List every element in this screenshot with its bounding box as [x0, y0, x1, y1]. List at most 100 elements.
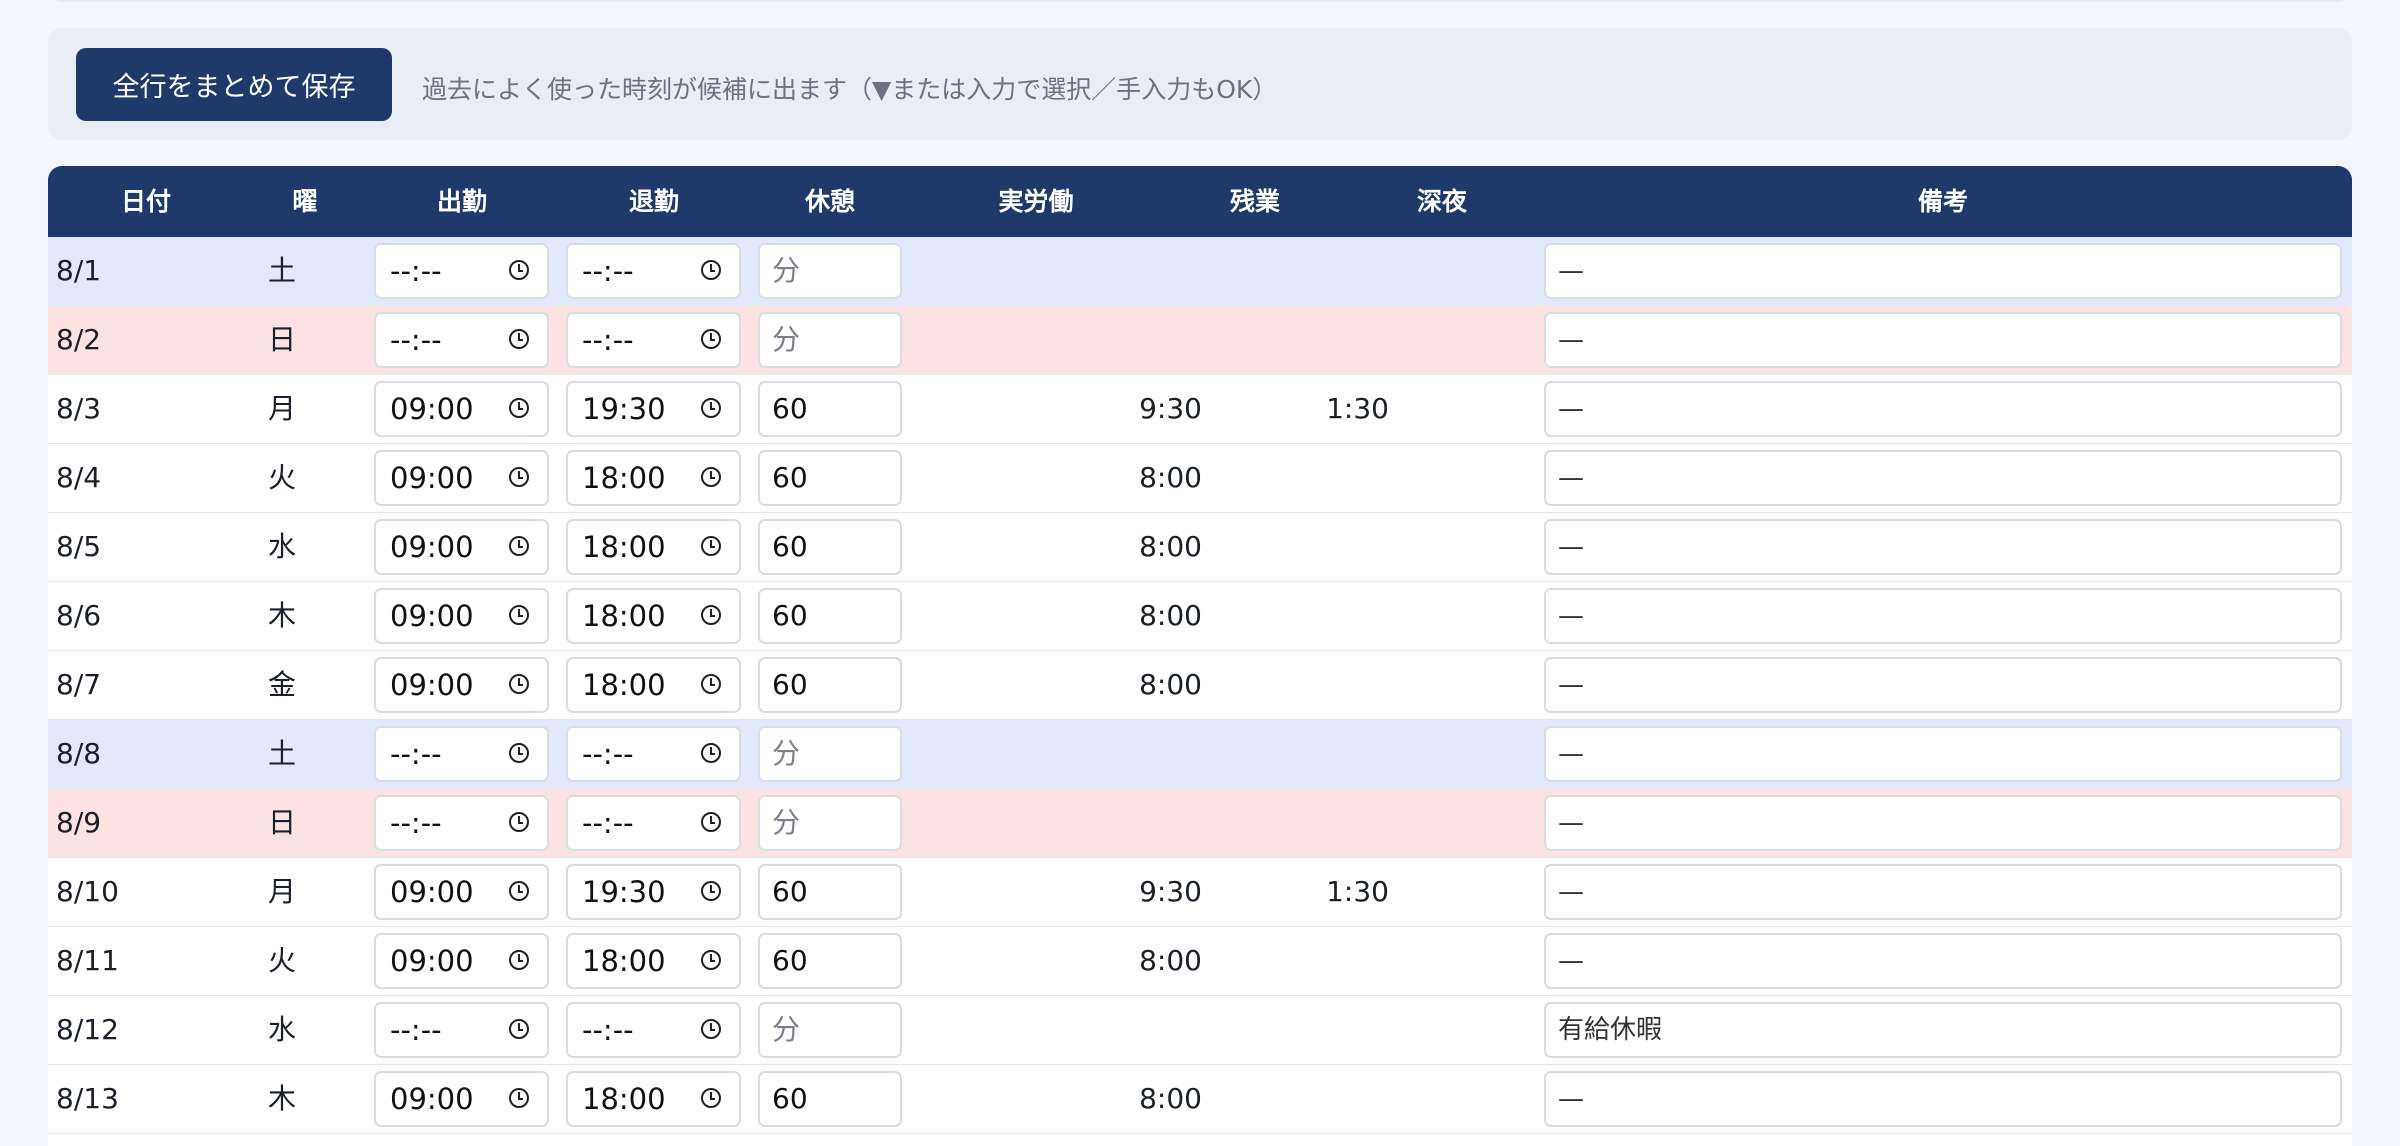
clock-icon[interactable] — [509, 812, 529, 832]
clock-in-value: 09:00 — [390, 944, 474, 978]
clock-out-input[interactable]: 18:00 — [566, 657, 741, 713]
remarks-input[interactable]: — — [1544, 450, 2342, 506]
clock-out-input[interactable]: 18:00 — [566, 588, 741, 644]
clock-in-input[interactable]: --:-- — [374, 312, 549, 368]
clock-out-input[interactable]: --:-- — [566, 312, 741, 368]
remarks-input[interactable]: — — [1544, 381, 2342, 437]
clock-icon[interactable] — [701, 950, 721, 970]
save-all-button[interactable]: 全行をまとめて保存 — [76, 48, 392, 121]
break-minutes-value: 60 — [772, 461, 808, 494]
clock-in-input[interactable]: --:-- — [374, 243, 549, 299]
remarks-input[interactable]: — — [1544, 1071, 2342, 1127]
clock-icon[interactable] — [701, 536, 721, 556]
clock-icon[interactable] — [701, 398, 721, 418]
day-of-week-cell: 木 — [267, 1082, 296, 1115]
table-row: 8/4 火 09:00 18:00 60 8:00 — — [48, 444, 2352, 513]
clock-icon[interactable] — [509, 398, 529, 418]
clock-icon[interactable] — [701, 743, 721, 763]
clock-in-input[interactable]: 09:00 — [374, 933, 549, 989]
break-minutes-input[interactable]: 60 — [758, 381, 902, 437]
break-minutes-value: 分 — [772, 806, 801, 839]
clock-in-input[interactable]: 09:00 — [374, 450, 549, 506]
remarks-input[interactable]: — — [1544, 657, 2342, 713]
actual-work-cell: 9:30 — [1139, 392, 1202, 425]
break-minutes-input[interactable]: 60 — [758, 588, 902, 644]
table-row: 8/1 土 --:-- --:-- 分 — — [48, 237, 2352, 306]
clock-icon[interactable] — [509, 674, 529, 694]
clock-in-input[interactable]: 09:00 — [374, 519, 549, 575]
clock-icon[interactable] — [701, 467, 721, 487]
clock-icon[interactable] — [509, 1088, 529, 1108]
clock-out-input[interactable]: --:-- — [566, 795, 741, 851]
clock-icon[interactable] — [509, 743, 529, 763]
remarks-input[interactable]: 有給休暇 — [1544, 1002, 2342, 1058]
break-minutes-input[interactable]: 分 — [758, 795, 902, 851]
clock-in-value: --:-- — [390, 737, 442, 771]
break-minutes-input[interactable]: 60 — [758, 1071, 902, 1127]
clock-icon[interactable] — [509, 329, 529, 349]
break-minutes-value: 分 — [772, 737, 801, 770]
clock-out-input[interactable]: 19:30 — [566, 864, 741, 920]
clock-in-input[interactable]: 09:00 — [374, 864, 549, 920]
clock-icon[interactable] — [701, 1019, 721, 1039]
break-minutes-input[interactable]: 分 — [758, 312, 902, 368]
clock-icon[interactable] — [509, 467, 529, 487]
clock-in-input[interactable]: 09:00 — [374, 381, 549, 437]
clock-icon[interactable] — [509, 605, 529, 625]
clock-icon[interactable] — [701, 329, 721, 349]
clock-icon[interactable] — [509, 881, 529, 901]
clock-icon[interactable] — [701, 674, 721, 694]
clock-icon[interactable] — [701, 260, 721, 280]
break-minutes-input[interactable]: 分 — [758, 1002, 902, 1058]
day-of-week-cell: 日 — [267, 323, 296, 356]
clock-icon[interactable] — [701, 1088, 721, 1108]
remarks-input[interactable]: — — [1544, 933, 2342, 989]
clock-out-input[interactable]: 19:30 — [566, 381, 741, 437]
break-minutes-input[interactable]: 60 — [758, 519, 902, 575]
clock-out-input[interactable]: --:-- — [566, 243, 741, 299]
clock-in-input[interactable]: --:-- — [374, 1002, 549, 1058]
clock-icon[interactable] — [509, 536, 529, 556]
clock-in-input[interactable]: --:-- — [374, 726, 549, 782]
clock-icon[interactable] — [701, 605, 721, 625]
clock-out-input[interactable]: --:-- — [566, 726, 741, 782]
remarks-input[interactable]: — — [1544, 726, 2342, 782]
break-minutes-input[interactable]: 分 — [758, 726, 902, 782]
remarks-input[interactable]: — — [1544, 312, 2342, 368]
clock-icon[interactable] — [509, 1019, 529, 1039]
clock-icon[interactable] — [509, 260, 529, 280]
table-row: 8/5 水 09:00 18:00 60 8:00 — — [48, 513, 2352, 582]
clock-in-input[interactable]: 09:00 — [374, 588, 549, 644]
remarks-input[interactable]: — — [1544, 864, 2342, 920]
clock-out-value: --:-- — [582, 737, 634, 771]
clock-out-input[interactable]: --:-- — [566, 1002, 741, 1058]
clock-out-input[interactable]: 18:00 — [566, 450, 741, 506]
break-minutes-input[interactable]: 60 — [758, 933, 902, 989]
clock-in-input[interactable]: 09:00 — [374, 1071, 549, 1127]
clock-out-input[interactable]: 18:00 — [566, 1071, 741, 1127]
clock-icon[interactable] — [509, 950, 529, 970]
clock-in-input[interactable]: --:-- — [374, 795, 549, 851]
remarks-input[interactable]: — — [1544, 519, 2342, 575]
remarks-input[interactable]: — — [1544, 588, 2342, 644]
clock-icon[interactable] — [701, 812, 721, 832]
day-of-week-cell: 日 — [267, 806, 296, 839]
clock-out-input[interactable]: 18:00 — [566, 933, 741, 989]
toolbar: 全行をまとめて保存 過去によく使った時刻が候補に出ます（▼または入力で選択／手入… — [48, 28, 2352, 140]
break-minutes-input[interactable]: 分 — [758, 243, 902, 299]
day-of-week-cell: 火 — [267, 944, 296, 977]
break-minutes-input[interactable]: 60 — [758, 450, 902, 506]
clock-out-input[interactable]: 18:00 — [566, 519, 741, 575]
clock-out-value: 18:00 — [582, 668, 666, 702]
remarks-value: 有給休暇 — [1558, 1015, 1663, 1045]
remarks-input[interactable]: — — [1544, 243, 2342, 299]
break-minutes-input[interactable]: 60 — [758, 657, 902, 713]
break-minutes-input[interactable]: 60 — [758, 864, 902, 920]
header-clock-in: 出勤 — [436, 187, 488, 216]
clock-in-value: 09:00 — [390, 461, 474, 495]
clock-in-input[interactable]: 09:00 — [374, 657, 549, 713]
timesheet-table: 日付 曜 出勤 退勤 休憩 実労働 残業 深夜 備考 8/1 土 --:-- --:-… — [48, 166, 2352, 1146]
day-of-week-cell: 金 — [267, 668, 296, 701]
clock-icon[interactable] — [701, 881, 721, 901]
remarks-input[interactable]: — — [1544, 795, 2342, 851]
